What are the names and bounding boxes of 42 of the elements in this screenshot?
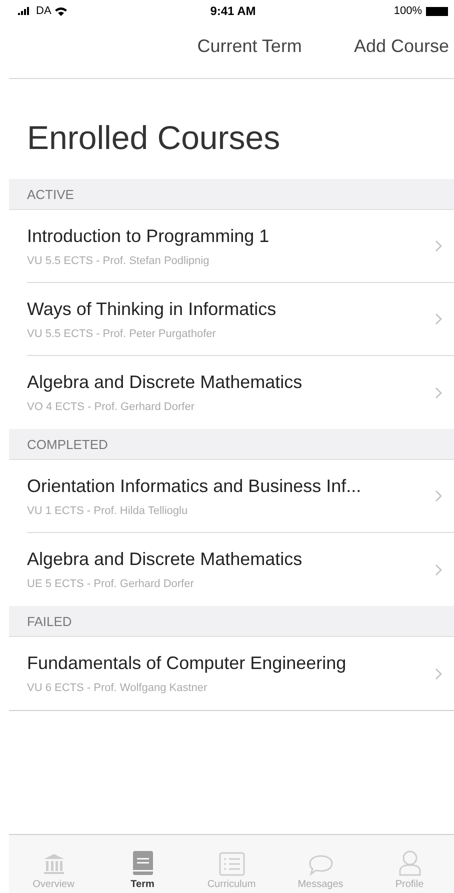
course-name: Algebra and Discrete Mathematics — [27, 372, 304, 393]
nav-link[interactable]: Current Term — [197, 36, 302, 56]
course-name: Orientation Informatics and Business Inf... — [27, 476, 362, 496]
course-name: Algebra and Discrete Mathematics — [27, 549, 304, 570]
nav-link[interactable]: Add Course — [354, 36, 449, 56]
section-header: COMPLETED — [9, 429, 454, 460]
course-details: VU 5.5 ECTS - Prof. Stefan Podlipnig — [27, 254, 210, 266]
book-icon — [132, 850, 154, 876]
course-details: VU 1 ECTS - Prof. Hilda Tellioglu — [27, 504, 189, 516]
course-details: VU 6 ECTS - Prof. Wolfgang Kastner — [27, 682, 208, 694]
tab-item[interactable]: Term — [102, 850, 182, 890]
course-details: VO 4 ECTS - Prof. Gerhard Dorfer — [27, 401, 196, 413]
course-row[interactable]: Introduction to Programming 1 VU 5.5 ECTS - Prof. Stefan Podlipnig — [27, 210, 454, 283]
person-icon — [398, 850, 422, 876]
chevron-icon — [435, 313, 442, 325]
course-row[interactable]: Ways of Thinking in Informatics VU 5.5 ECTS - Prof. Peter Purgathofer — [27, 283, 454, 356]
carrier-name: DA — [36, 5, 52, 17]
status-time: 9:41 AM — [210, 4, 256, 18]
course-row[interactable]: Algebra and Discrete Mathematics VO 4 ECTS - Prof. Gerhard Dorfer — [27, 356, 454, 429]
list-icon — [218, 852, 244, 876]
course-name: Introduction to Programming 1 — [27, 226, 270, 246]
section-header: ACTIVE — [9, 179, 454, 210]
building-icon — [42, 852, 66, 876]
course-row[interactable]: Fundamentals of Computer Engineering VU 6 ECTS - Prof. Wolfgang Kastner — [27, 637, 454, 710]
chevron-icon — [435, 564, 442, 576]
signal-icon — [18, 7, 32, 15]
speech-bubble-icon — [308, 854, 334, 876]
course-row[interactable]: Orientation Informatics and Business Inf... VU 1 ECTS - Prof. Hilda Tellioglu — [27, 460, 454, 533]
chevron-icon — [435, 668, 442, 680]
course-name: Ways of Thinking in Informatics — [27, 298, 278, 320]
section-header: FAILED — [9, 606, 454, 637]
chevron-icon — [435, 386, 442, 398]
chevron-icon — [435, 240, 442, 252]
course-details: UE 5 ECTS - Prof. Gerhard Dorfer — [27, 578, 195, 590]
course-name: Fundamentals of Computer Engineering — [27, 653, 348, 674]
chevron-icon — [435, 490, 442, 502]
battery-icon — [426, 6, 448, 16]
course-row[interactable]: Algebra and Discrete Mathematics UE 5 ECTS - Prof. Gerhard Dorfer — [27, 533, 454, 606]
course-details: VU 5.5 ECTS - Prof. Peter Purgathofer — [27, 328, 217, 340]
battery-percent: 100% — [394, 5, 422, 17]
wifi-icon — [55, 6, 68, 16]
page-title: Enrolled Courses — [27, 119, 282, 157]
